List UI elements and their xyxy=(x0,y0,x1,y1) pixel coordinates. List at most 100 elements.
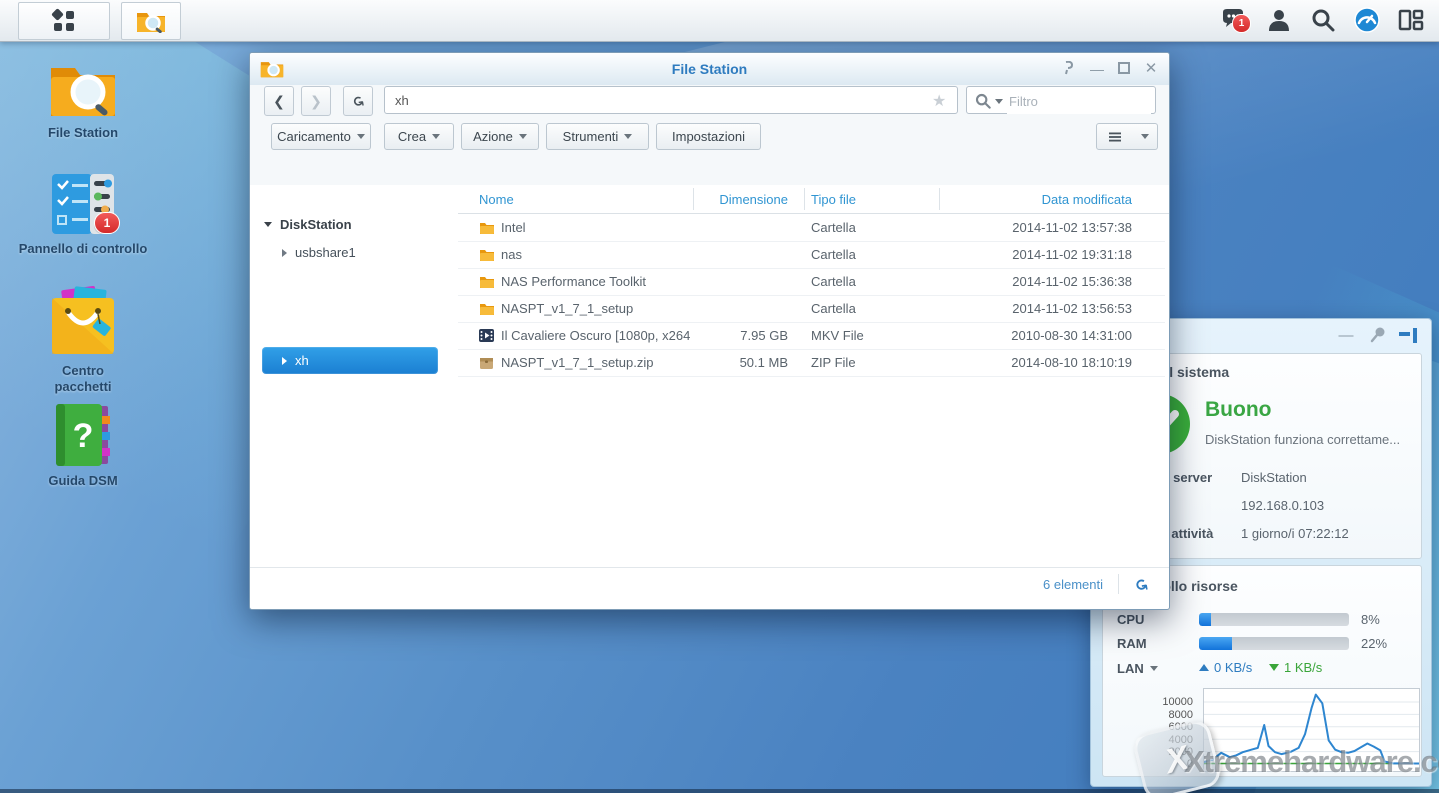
desktop-icon-file-station[interactable]: File Station xyxy=(13,58,153,141)
column-header-size[interactable]: Dimensione xyxy=(693,185,788,213)
file-date: 2014-11-02 13:56:53 xyxy=(939,295,1132,322)
desktop-icon-package-center[interactable]: Centro pacchetti xyxy=(48,286,118,395)
system-health-button[interactable] xyxy=(1350,4,1384,36)
taskbar: 1 xyxy=(0,0,1439,42)
y-tick: 6000 xyxy=(1169,722,1193,733)
tree-item-xh-selected[interactable]: xh xyxy=(262,347,438,374)
lan-selector[interactable]: LAN xyxy=(1117,661,1158,676)
file-size xyxy=(693,295,788,322)
column-header-date[interactable]: Data modificata xyxy=(939,185,1132,213)
lan-upload: 0 KB/s xyxy=(1199,660,1252,675)
tree-item-usbshare1[interactable]: usbshare1 xyxy=(282,245,356,260)
file-station-icon xyxy=(47,58,119,120)
tree-collapse-icon[interactable] xyxy=(282,249,287,257)
file-row[interactable]: NAS Performance Toolkit Cartella 2014-11… xyxy=(458,268,1165,296)
file-name: NASPT_v1_7_1_setup.zip xyxy=(501,349,691,376)
file-type: Cartella xyxy=(811,241,936,268)
file-type: ZIP File xyxy=(811,349,936,376)
widgets-button[interactable] xyxy=(1394,4,1428,36)
tree-expand-icon[interactable] xyxy=(264,222,272,227)
folder-icon xyxy=(479,248,495,262)
toolbar-label: Azione xyxy=(473,129,513,144)
folder-icon xyxy=(479,302,495,316)
file-row[interactable]: Intel Cartella 2014-11-02 13:57:38 xyxy=(458,214,1165,242)
window-pin-button[interactable] xyxy=(1061,61,1077,77)
desktop-icon-label: File Station xyxy=(13,125,153,141)
folder-icon xyxy=(479,221,495,235)
notifications-button[interactable]: 1 xyxy=(1218,4,1252,36)
file-name: NAS Performance Toolkit xyxy=(501,268,691,295)
uptime-value: 1 giorno/i 07:22:12 xyxy=(1241,526,1349,541)
cpu-percent: 8% xyxy=(1361,612,1380,627)
user-menu-button[interactable] xyxy=(1262,4,1296,36)
file-row[interactable]: nas Cartella 2014-11-02 19:31:18 xyxy=(458,241,1165,269)
lan-traffic-chart xyxy=(1203,688,1420,772)
file-size xyxy=(693,241,788,268)
widget-pin-button[interactable] xyxy=(1369,326,1387,349)
file-name: Intel xyxy=(501,214,691,241)
path-input[interactable] xyxy=(384,86,958,114)
desktop-icon-control-panel[interactable]: 1 Pannello di controllo xyxy=(3,172,163,257)
widget-minimize-button[interactable]: — xyxy=(1337,327,1355,345)
view-mode-dropdown[interactable] xyxy=(1133,123,1158,150)
file-row[interactable]: NASPT_v1_7_1_setup Cartella 2014-11-02 1… xyxy=(458,295,1165,323)
chevron-down-icon xyxy=(1141,134,1149,139)
toolbar-upload-button[interactable]: Caricamento xyxy=(271,123,371,150)
widget-dock-button[interactable] xyxy=(1399,328,1419,349)
filter-input[interactable] xyxy=(1007,88,1151,114)
toolbar-settings-button[interactable]: Impostazioni xyxy=(656,123,761,150)
desktop-icon-dsm-help[interactable]: ? Guida DSM xyxy=(33,402,133,489)
widgets-icon xyxy=(1398,8,1424,32)
file-list: Nome Dimensione Tipo file Data modificat… xyxy=(458,185,1169,568)
toolbar-label: Impostazioni xyxy=(672,129,745,144)
file-name: Il Cavaliere Oscuro [1080p, x264 xyxy=(501,322,691,349)
folder-tree: DiskStation usbshare1 xh xyxy=(250,185,459,568)
lan-download: 1 KB/s xyxy=(1269,660,1322,675)
ram-meter xyxy=(1199,637,1349,650)
window-minimize-button[interactable]: — xyxy=(1089,61,1105,77)
view-mode-list-button[interactable] xyxy=(1096,123,1134,150)
toolbar-create-button[interactable]: Crea xyxy=(384,123,454,150)
window-close-button[interactable]: ✕ xyxy=(1143,61,1159,77)
file-date: 2014-11-02 15:36:38 xyxy=(939,268,1132,295)
user-icon xyxy=(1267,8,1291,32)
toolbar-label: Strumenti xyxy=(563,129,619,144)
tree-collapse-icon[interactable] xyxy=(282,357,287,365)
desktop-icon-label: Centro pacchetti xyxy=(48,363,118,395)
cpu-label: CPU xyxy=(1117,612,1144,627)
filter-dropdown-caret[interactable] xyxy=(995,99,1003,104)
package-center-icon xyxy=(48,286,118,358)
window-titlebar[interactable]: File Station — ✕ xyxy=(250,53,1169,86)
list-refresh-button[interactable]: ↺ xyxy=(1129,577,1151,594)
column-header-type[interactable]: Tipo file xyxy=(811,185,856,213)
file-station-task-icon xyxy=(136,9,166,33)
main-menu-button[interactable] xyxy=(18,2,110,40)
health-message: DiskStation funziona correttame... xyxy=(1205,432,1415,447)
nav-back-button[interactable]: ❮ xyxy=(264,86,294,116)
search-button[interactable] xyxy=(1306,4,1340,36)
dsm-desktop: 1 xyxy=(0,0,1439,793)
pin-icon xyxy=(1063,61,1075,75)
window-maximize-button[interactable] xyxy=(1116,61,1132,77)
file-type: Cartella xyxy=(811,268,936,295)
column-header-name[interactable]: Nome xyxy=(479,185,514,213)
desktop-icon-label: Pannello di controllo xyxy=(3,241,163,257)
tree-root-label: DiskStation xyxy=(280,217,352,232)
filter-box xyxy=(966,86,1156,114)
pin-icon xyxy=(1369,326,1387,344)
toolbar-action-button[interactable]: Azione xyxy=(461,123,539,150)
nav-forward-button[interactable]: ❯ xyxy=(301,86,331,116)
nav-refresh-button[interactable]: ↺ xyxy=(343,86,373,116)
favorite-star-icon[interactable]: ★ xyxy=(932,91,946,111)
file-row[interactable]: NASPT_v1_7_1_setup.zip 50.1 MB ZIP File … xyxy=(458,349,1165,377)
toolbar-label: Caricamento xyxy=(277,129,351,144)
file-date: 2014-11-02 13:57:38 xyxy=(939,214,1132,241)
notifications-badge: 1 xyxy=(1232,14,1251,33)
file-date: 2014-11-02 19:31:18 xyxy=(939,241,1132,268)
window-title: File Station xyxy=(250,53,1169,85)
toolbar-tools-button[interactable]: Strumenti xyxy=(546,123,649,150)
y-tick: 10000 xyxy=(1162,697,1193,708)
file-row[interactable]: Il Cavaliere Oscuro [1080p, x264 7.95 GB… xyxy=(458,322,1165,350)
tree-root-diskstation[interactable]: DiskStation xyxy=(264,217,352,232)
taskbar-app-file-station[interactable] xyxy=(121,2,181,40)
